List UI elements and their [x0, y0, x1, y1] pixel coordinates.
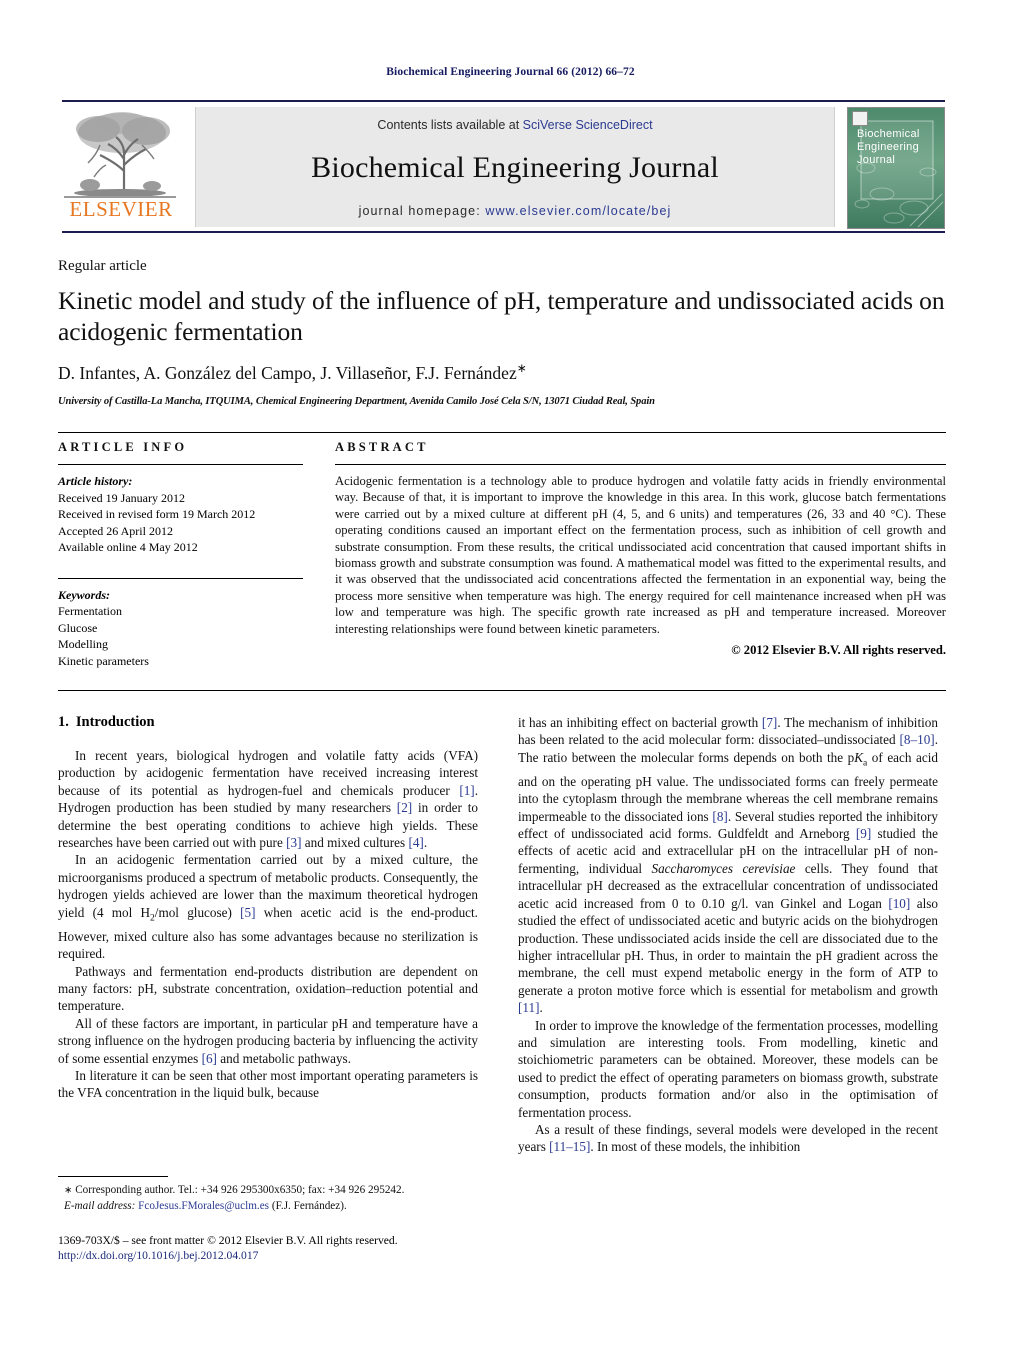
body-column-right: it has an inhibiting effect on bacterial… — [518, 714, 938, 1156]
keyword-item: Glucose — [58, 620, 98, 635]
keyword-item: Modelling — [58, 637, 108, 651]
issn-block: 1369-703X/$ – see front matter © 2012 El… — [58, 1233, 478, 1263]
body-paragraph: it has an inhibiting effect on bacterial… — [518, 715, 938, 1016]
history-item: Received in revised form 19 March 2012 — [58, 507, 256, 521]
article-type: Regular article — [58, 258, 147, 274]
homepage-prefix: journal homepage: — [358, 204, 486, 218]
keyword-item: Fermentation — [58, 604, 122, 618]
history-item: Accepted 26 April 2012 — [58, 523, 173, 538]
abstract-text: Acidogenic fermentation is a technology … — [335, 474, 946, 636]
elsevier-logo: ELSEVIER — [62, 107, 180, 227]
elsevier-tree-icon — [64, 107, 176, 201]
elsevier-wordmark: ELSEVIER — [69, 197, 173, 221]
email-label: E-mail address: — [64, 1199, 136, 1212]
masthead-bottom-rule — [62, 231, 945, 233]
corresponding-author-marker: ∗ — [516, 361, 527, 375]
keywords-block: Keywords: Fermentation Glucose Modelling… — [58, 577, 303, 670]
cover-title: Biochemical Engineering Journal — [857, 128, 920, 167]
footnote-rule — [58, 1176, 168, 1177]
title-block: Regular article Kinetic model and study … — [58, 258, 946, 407]
keywords-rule — [58, 577, 303, 579]
history-item: Received 19 January 2012 — [58, 490, 185, 505]
keywords-label: Keywords: — [58, 587, 110, 602]
author-list: D. Infantes, A. González del Campo, J. V… — [58, 361, 946, 384]
email-link[interactable]: FcoJesus.FMorales@uclm.es — [138, 1200, 269, 1212]
issn-line: 1369-703X/$ – see front matter © 2012 El… — [58, 1234, 398, 1247]
body-paragraph: In an acidogenic fermentation carried ou… — [58, 852, 478, 962]
email-owner: (F.J. Fernández). — [271, 1199, 347, 1212]
masthead-top-rule — [62, 100, 945, 102]
journal-masthead: ELSEVIER Contents lists available at Sci… — [62, 100, 945, 233]
info-abstract-top-rule — [58, 432, 946, 433]
cover-title-line2: Engineering — [857, 141, 920, 153]
article-history-label: Article history: — [58, 474, 133, 488]
cover-title-line1: Biochemical — [857, 128, 920, 140]
cover-elsevier-mark — [852, 111, 868, 126]
body-top-rule — [58, 690, 946, 691]
journal-cover-thumbnail: Biochemical Engineering Journal — [847, 107, 945, 229]
keywords-list: Fermentation Glucose Modelling Kinetic p… — [58, 603, 303, 669]
section-title: Introduction — [75, 714, 155, 730]
corresponding-text: Corresponding author. Tel.: +34 926 2953… — [75, 1184, 405, 1196]
history-item: Available online 4 May 2012 — [58, 540, 198, 554]
abstract-copyright: © 2012 Elsevier B.V. All rights reserved… — [731, 643, 946, 658]
body-column-left: 1. Introduction In recent years, biologic… — [58, 714, 478, 1102]
article-info-column: ARTICLE INFO Article history: Received 1… — [58, 440, 303, 669]
journal-title: Biochemical Engineering Journal — [311, 151, 719, 184]
contents-available-line: Contents lists available at SciVerse Sci… — [196, 118, 834, 132]
journal-band: Contents lists available at SciVerse Sci… — [195, 107, 835, 227]
section-number: 1. — [58, 714, 69, 730]
affiliation: University of Castilla-La Mancha, ITQUIM… — [58, 395, 655, 407]
abstract-rule — [335, 464, 946, 465]
article-history-list: Received 19 January 2012 Received in rev… — [58, 490, 303, 556]
body-paragraph: In literature it can be seen that other … — [58, 1067, 478, 1101]
paper-page: Biochemical Engineering Journal 66 (2012… — [0, 0, 1021, 1351]
abstract-column: ABSTRACT Acidogenic fermentation is a te… — [335, 440, 946, 658]
journal-homepage-line: journal homepage: www.elsevier.com/locat… — [196, 204, 834, 218]
running-head: Biochemical Engineering Journal 66 (2012… — [386, 66, 635, 78]
article-info-rule — [58, 464, 303, 465]
body-paragraph: In order to improve the knowledge of the… — [518, 1017, 938, 1120]
body-paragraph: All of these factors are important, in p… — [58, 1015, 478, 1066]
abstract-heading: ABSTRACT — [335, 440, 429, 454]
cover-title-line3: Journal — [857, 154, 896, 166]
email-note: E-mail address: FcoJesus.FMorales@uclm.e… — [58, 1199, 478, 1214]
contents-prefix: Contents lists available at — [377, 118, 523, 132]
corresponding-marker: ∗ — [64, 1185, 73, 1196]
section-heading-introduction: 1. Introduction — [58, 714, 478, 731]
body-paragraph: In recent years, biological hydrogen and… — [58, 748, 478, 851]
body-paragraph: Pathways and fermentation end-products d… — [58, 963, 478, 1014]
keyword-item: Kinetic parameters — [58, 653, 149, 668]
body-paragraph: As a result of these findings, several m… — [518, 1121, 938, 1155]
journal-homepage-link[interactable]: www.elsevier.com/locate/bej — [485, 204, 671, 218]
authors-text: D. Infantes, A. González del Campo, J. V… — [58, 362, 517, 383]
doi-link[interactable]: http://dx.doi.org/10.1016/j.bej.2012.04.… — [58, 1248, 478, 1263]
corresponding-author-note: ∗ Corresponding author. Tel.: +34 926 29… — [58, 1183, 478, 1199]
sciencedirect-link[interactable]: SciVerse ScienceDirect — [523, 118, 653, 132]
footnotes-block: ∗ Corresponding author. Tel.: +34 926 29… — [58, 1176, 478, 1263]
page-title: Kinetic model and study of the influence… — [58, 286, 945, 346]
article-info-heading: ARTICLE INFO — [58, 440, 188, 454]
